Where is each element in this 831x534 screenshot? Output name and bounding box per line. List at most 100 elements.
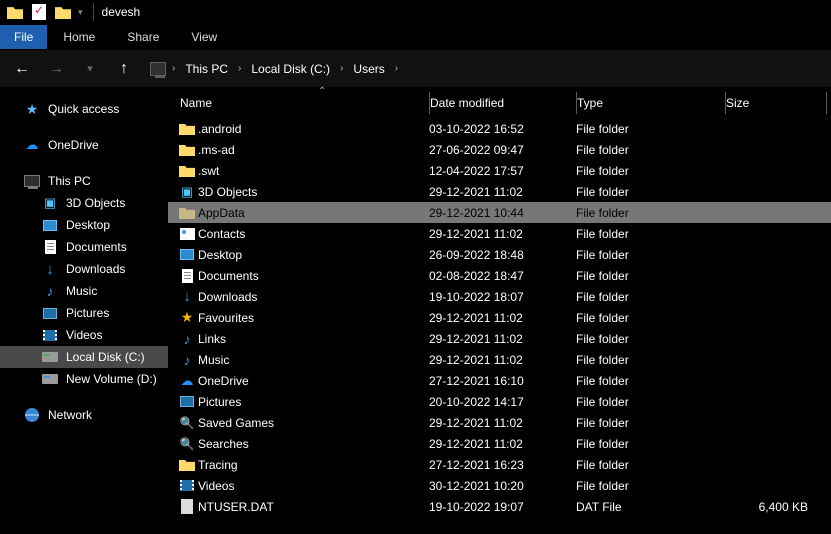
file-name: Links [198, 332, 429, 346]
file-row[interactable]: ♪Links29-12-2021 11:02File folder [168, 328, 831, 349]
tree-downloads[interactable]: ↓Downloads [0, 258, 168, 280]
file-row[interactable]: 🔍Saved Games29-12-2021 11:02File folder [168, 412, 831, 433]
col-type[interactable]: Type [577, 96, 725, 110]
tree-onedrive[interactable]: ☁OneDrive [0, 134, 168, 156]
tree-label: This PC [48, 174, 91, 188]
file-name: Documents [198, 269, 429, 283]
tree-music[interactable]: ♪Music [0, 280, 168, 302]
qat-folder-icon[interactable] [52, 1, 74, 23]
file-row[interactable]: Tracing27-12-2021 16:23File folder [168, 454, 831, 475]
star-icon: ★ [181, 309, 194, 326]
file-icon [181, 499, 193, 514]
file-name: NTUSER.DAT [198, 500, 429, 514]
drive-icon [42, 349, 58, 365]
nav-forward-icon[interactable]: → [44, 60, 68, 78]
file-row[interactable]: ▣3D Objects29-12-2021 11:02File folder [168, 181, 831, 202]
file-name: AppData [198, 206, 429, 220]
file-type: File folder [576, 311, 724, 325]
file-row[interactable]: Pictures20-10-2022 14:17File folder [168, 391, 831, 412]
col-date[interactable]: Date modified [430, 96, 576, 110]
col-size[interactable]: Size [726, 96, 826, 110]
file-row[interactable]: ☁OneDrive27-12-2021 16:10File folder [168, 370, 831, 391]
file-date: 02-08-2022 18:47 [429, 269, 576, 283]
tree-label: Music [66, 284, 97, 298]
crumb-users[interactable]: Users [349, 58, 388, 80]
file-name: .swt [198, 164, 429, 178]
file-name: Videos [198, 479, 429, 493]
cloud-icon: ☁ [181, 373, 194, 389]
file-date: 19-10-2022 19:07 [429, 500, 576, 514]
pc-icon [150, 61, 166, 77]
file-row[interactable]: Desktop26-09-2022 18:48File folder [168, 244, 831, 265]
nav-tree[interactable]: ★Quick access ☁OneDrive This PC ▣3D Obje… [0, 88, 168, 534]
file-type: File folder [576, 395, 724, 409]
col-sep[interactable] [826, 92, 827, 114]
tree-desktop[interactable]: Desktop [0, 214, 168, 236]
menu-home[interactable]: Home [47, 25, 111, 49]
file-row[interactable]: Documents02-08-2022 18:47File folder [168, 265, 831, 286]
folder-icon [179, 206, 195, 219]
file-row[interactable]: Videos30-12-2021 10:20File folder [168, 475, 831, 496]
desktop-icon [180, 249, 194, 260]
file-type: File folder [576, 185, 724, 199]
chevron-right-icon[interactable]: › [338, 63, 345, 74]
tree-quick-access[interactable]: ★Quick access [0, 98, 168, 120]
file-date: 29-12-2021 11:02 [429, 437, 576, 451]
app-folder-icon [4, 1, 26, 23]
file-rows: .android03-10-2022 16:52File folder.ms-a… [168, 118, 831, 517]
file-row[interactable]: 🔍Searches29-12-2021 11:02File folder [168, 433, 831, 454]
music-icon: ♪ [184, 352, 191, 368]
file-row[interactable]: ★Favourites29-12-2021 11:02File folder [168, 307, 831, 328]
nav-up-icon[interactable]: ↑ [112, 60, 136, 78]
col-name[interactable]: Name [176, 96, 429, 110]
search-icon: 🔍 [180, 416, 195, 430]
tree-this-pc[interactable]: This PC [0, 170, 168, 192]
chevron-right-icon[interactable]: › [170, 63, 177, 74]
picture-icon [42, 305, 58, 321]
tree-documents[interactable]: Documents [0, 236, 168, 258]
tree-pictures[interactable]: Pictures [0, 302, 168, 324]
file-row[interactable]: ♪Music29-12-2021 11:02File folder [168, 349, 831, 370]
document-icon [182, 269, 193, 283]
menu-share[interactable]: Share [111, 25, 175, 49]
file-row[interactable]: NTUSER.DAT19-10-2022 19:07DAT File6,400 … [168, 496, 831, 517]
file-row[interactable]: .swt12-04-2022 17:57File folder [168, 160, 831, 181]
file-type: File folder [576, 353, 724, 367]
tree-3d-objects[interactable]: ▣3D Objects [0, 192, 168, 214]
file-row[interactable]: Contacts29-12-2021 11:02File folder [168, 223, 831, 244]
tree-network[interactable]: Network [0, 404, 168, 426]
chevron-right-icon[interactable]: › [393, 63, 400, 74]
search-icon: 🔍 [180, 437, 195, 451]
file-type: File folder [576, 437, 724, 451]
file-type: File folder [576, 248, 724, 262]
tree-drive-c[interactable]: Local Disk (C:) [0, 346, 168, 368]
file-name: Pictures [198, 395, 429, 409]
file-date: 29-12-2021 11:02 [429, 227, 576, 241]
qat-properties-icon[interactable] [28, 1, 50, 23]
file-row[interactable]: .android03-10-2022 16:52File folder [168, 118, 831, 139]
column-headers: ⌃ Name Date modified Type Size [168, 88, 831, 118]
file-date: 29-12-2021 11:02 [429, 185, 576, 199]
tree-videos[interactable]: Videos [0, 324, 168, 346]
file-date: 29-12-2021 10:44 [429, 206, 576, 220]
file-row[interactable]: ↓Downloads19-10-2022 18:07File folder [168, 286, 831, 307]
nav-back-icon[interactable]: ← [10, 60, 34, 78]
file-name: .ms-ad [198, 143, 429, 157]
file-row[interactable]: AppData29-12-2021 10:44File folder [168, 202, 831, 223]
chevron-right-icon[interactable]: › [236, 63, 243, 74]
file-name: 3D Objects [198, 185, 429, 199]
qat-overflow-icon[interactable]: ▾ [78, 7, 83, 18]
file-row[interactable]: .ms-ad27-06-2022 09:47File folder [168, 139, 831, 160]
crumb-drive[interactable]: Local Disk (C:) [247, 58, 334, 80]
crumb-thispc[interactable]: This PC [181, 58, 232, 80]
nav-recent-icon[interactable]: ▾ [78, 62, 102, 75]
menu-file[interactable]: File [0, 25, 47, 49]
file-size: 6,400 KB [724, 500, 816, 514]
file-date: 27-12-2021 16:23 [429, 458, 576, 472]
tree-label: Pictures [66, 306, 109, 320]
breadcrumb[interactable]: › This PC › Local Disk (C:) › Users › [146, 55, 404, 83]
menu-view[interactable]: View [175, 25, 233, 49]
video-icon [42, 327, 58, 343]
tree-drive-d[interactable]: New Volume (D:) [0, 368, 168, 390]
file-name: Downloads [198, 290, 429, 304]
